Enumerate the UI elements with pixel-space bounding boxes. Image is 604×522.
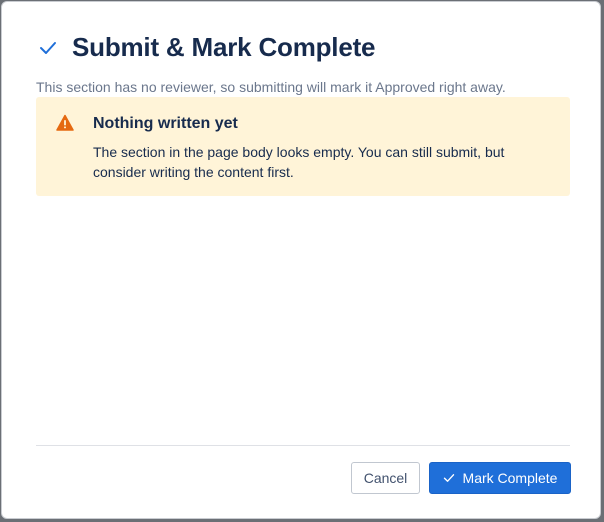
cancel-button[interactable]: Cancel: [351, 462, 420, 494]
dialog-title: Submit & Mark Complete: [72, 32, 376, 62]
empty-content-warning: Nothing written yet The section in the p…: [36, 97, 570, 196]
dialog-subtitle: This section has no reviewer, so submitt…: [36, 79, 506, 95]
mark-complete-label: Mark Complete: [462, 470, 558, 486]
check-icon: [443, 472, 455, 484]
mark-complete-button[interactable]: Mark Complete: [429, 462, 571, 494]
warning-title: Nothing written yet: [93, 115, 238, 132]
warning-triangle-icon: [56, 114, 74, 132]
dialog-header: Submit & Mark Complete: [38, 32, 376, 63]
submit-dialog: Submit & Mark Complete This section has …: [1, 1, 601, 519]
check-icon: [38, 38, 58, 58]
footer-divider: [36, 445, 570, 446]
warning-body: The section in the page body looks empty…: [93, 144, 505, 180]
